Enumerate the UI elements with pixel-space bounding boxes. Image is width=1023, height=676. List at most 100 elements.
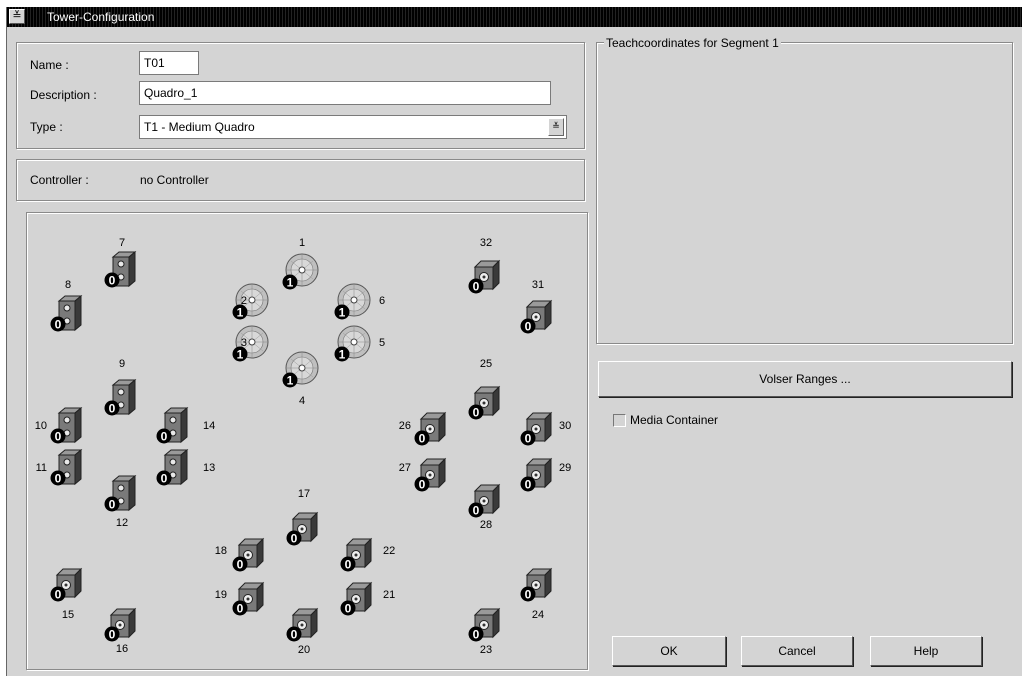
slot-number-label: 11 <box>35 462 47 474</box>
svg-text:1: 1 <box>287 276 294 290</box>
tape-drive-icon[interactable]: 0 <box>467 481 505 519</box>
tape-drive-icon[interactable]: 0 <box>467 383 505 421</box>
slot-number-label: 16 <box>115 643 129 655</box>
svg-text:0: 0 <box>237 602 244 616</box>
tape-drive-icon[interactable]: 0 <box>413 455 451 493</box>
svg-text:0: 0 <box>109 628 116 642</box>
svg-text:0: 0 <box>525 588 532 602</box>
title-bar[interactable]: ≚ Tower-Configuration <box>7 7 1022 27</box>
tape-drive-icon[interactable]: 0 <box>285 605 323 643</box>
description-field[interactable]: Quadro_1 <box>139 81 551 105</box>
tape-drive-icon[interactable]: 0 <box>103 378 141 417</box>
media-container-checkbox[interactable] <box>613 414 626 427</box>
svg-text:1: 1 <box>237 306 244 320</box>
slot-number-label: 25 <box>479 358 493 370</box>
slot-number-label: 29 <box>559 462 572 474</box>
tape-drive-icon[interactable]: 0 <box>103 605 141 643</box>
teachcoordinates-legend: Teachcoordinates for Segment 1 <box>604 36 781 50</box>
tape-drive-icon[interactable]: 0 <box>413 409 451 447</box>
slot-number-label: 24 <box>531 609 545 621</box>
dropdown-arrow-icon[interactable]: ≚ <box>548 118 564 136</box>
tape-drive-icon[interactable]: 0 <box>467 605 505 643</box>
tape-drive-icon[interactable]: 0 <box>231 535 269 573</box>
slot-number-label: 1 <box>298 237 306 249</box>
svg-text:0: 0 <box>525 432 532 446</box>
slot-number-label: 8 <box>64 279 72 291</box>
tape-drive-icon[interactable]: 0 <box>155 406 193 445</box>
svg-text:0: 0 <box>109 498 116 512</box>
svg-text:0: 0 <box>345 602 352 616</box>
svg-text:0: 0 <box>109 402 116 416</box>
description-label: Description : <box>30 88 97 102</box>
svg-text:0: 0 <box>525 478 532 492</box>
slot-number-label: 18 <box>214 545 227 557</box>
optical-disc-drive-icon[interactable]: 1 <box>333 325 371 363</box>
volser-ranges-button[interactable]: Volser Ranges ... <box>598 361 1012 397</box>
svg-text:0: 0 <box>237 558 244 572</box>
svg-text:0: 0 <box>55 430 62 444</box>
slot-number-label: 20 <box>297 644 311 656</box>
svg-text:0: 0 <box>291 532 298 546</box>
tape-drive-icon[interactable]: 0 <box>467 257 505 295</box>
svg-text:0: 0 <box>473 628 480 642</box>
optical-disc-drive-icon[interactable]: 1 <box>333 283 371 321</box>
slot-number-label: 10 <box>34 420 47 432</box>
slot-number-label: 15 <box>61 609 75 621</box>
svg-text:0: 0 <box>473 504 480 518</box>
svg-text:0: 0 <box>55 472 62 486</box>
optical-disc-drive-icon[interactable]: 1 <box>281 253 319 291</box>
slot-number-label: 23 <box>479 644 493 656</box>
svg-text:0: 0 <box>161 472 168 486</box>
tape-drive-icon[interactable]: 0 <box>49 448 87 487</box>
type-select[interactable]: T1 - Medium Quadro ≚ <box>139 115 567 139</box>
tape-drive-icon[interactable]: 0 <box>519 455 557 493</box>
tower-configuration-window: ≚ Tower-Configuration Name : T01 Descrip… <box>6 7 1022 676</box>
tape-drive-icon[interactable]: 0 <box>49 565 87 603</box>
svg-text:1: 1 <box>339 306 346 320</box>
slot-number-label: 21 <box>383 589 396 601</box>
slot-number-label: 7 <box>118 237 126 249</box>
type-select-value: T1 - Medium Quadro <box>144 120 255 134</box>
svg-text:0: 0 <box>419 432 426 446</box>
slot-number-label: 6 <box>379 295 386 307</box>
tape-drive-icon[interactable]: 0 <box>285 509 323 547</box>
slot-number-label: 22 <box>383 545 396 557</box>
svg-text:0: 0 <box>109 274 116 288</box>
slot-number-label: 30 <box>559 420 572 432</box>
svg-text:0: 0 <box>473 406 480 420</box>
svg-text:0: 0 <box>291 628 298 642</box>
slot-number-label: 2 <box>240 295 247 307</box>
svg-text:0: 0 <box>55 318 62 332</box>
name-field[interactable]: T01 <box>139 51 199 75</box>
help-button[interactable]: Help <box>870 636 982 666</box>
tape-drive-icon[interactable]: 0 <box>49 294 87 333</box>
tape-drive-icon[interactable]: 0 <box>519 297 557 335</box>
teachcoordinates-group <box>596 42 1013 344</box>
optical-disc-drive-icon[interactable]: 1 <box>281 351 319 389</box>
slot-number-label: 31 <box>531 279 545 291</box>
slot-number-label: 28 <box>479 519 493 531</box>
name-label: Name : <box>30 58 69 72</box>
controller-value: no Controller <box>140 173 209 187</box>
media-container-label[interactable]: Media Container <box>630 413 718 427</box>
slot-number-label: 5 <box>379 337 386 349</box>
slot-number-label: 32 <box>479 237 493 249</box>
tape-drive-icon[interactable]: 0 <box>339 535 377 573</box>
tape-drive-icon[interactable]: 0 <box>339 579 377 617</box>
tape-drive-icon[interactable]: 0 <box>103 250 141 289</box>
system-menu-button[interactable]: ≚ <box>9 9 25 24</box>
controller-label: Controller : <box>30 173 89 187</box>
svg-text:0: 0 <box>525 320 532 334</box>
slot-number-label: 9 <box>118 358 126 370</box>
tape-drive-icon[interactable]: 0 <box>103 474 141 513</box>
tape-drive-icon[interactable]: 0 <box>155 448 193 487</box>
tape-drive-icon[interactable]: 0 <box>231 579 269 617</box>
tape-drive-icon[interactable]: 0 <box>49 406 87 445</box>
type-label: Type : <box>30 120 63 134</box>
slot-number-label: 26 <box>398 420 411 432</box>
ok-button[interactable]: OK <box>612 636 726 666</box>
tape-drive-icon[interactable]: 0 <box>519 565 557 603</box>
tape-drive-icon[interactable]: 0 <box>519 409 557 447</box>
cancel-button[interactable]: Cancel <box>741 636 853 666</box>
slot-number-label: 3 <box>240 337 247 349</box>
